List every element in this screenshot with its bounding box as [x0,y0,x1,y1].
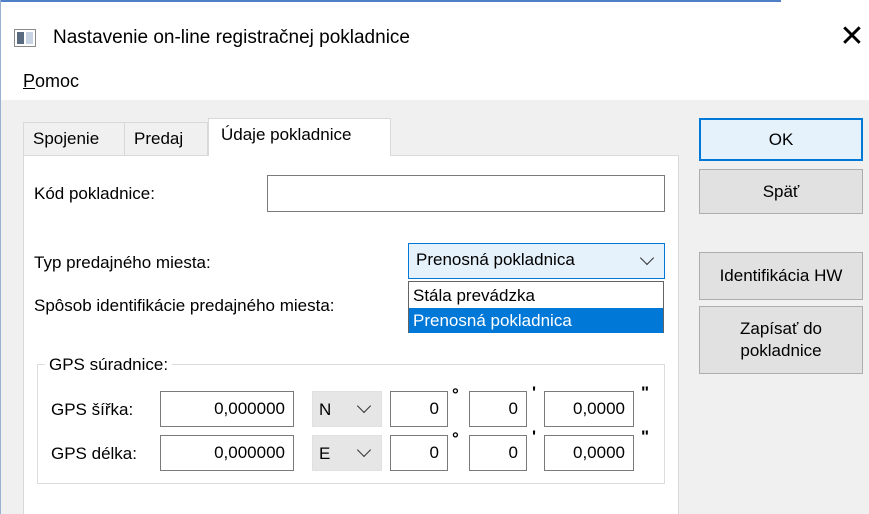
gps-group-title: GPS súradnice: [45,355,173,375]
dropdown-option-stala-prevadzka[interactable]: Stála prevádzka [409,283,663,308]
gps-sirka-decimal-input[interactable]: 0,000000 [160,391,294,427]
gps-delka-decimal-input[interactable]: 0,000000 [160,435,294,471]
direction-value: N [319,400,332,419]
second-symbol: " [641,427,650,446]
tab-spojenie[interactable]: Spojenie [23,122,125,156]
gps-delka-minutes-input[interactable]: 0 [469,435,527,471]
title-bar: Nastavenie on-line registračnej pokladni… [1,0,869,60]
gps-sirka-minutes-input[interactable]: 0 [469,391,527,427]
minute-symbol: ' [532,427,537,446]
chevron-down-icon [356,442,372,458]
chevron-down-icon [356,398,372,414]
gps-sirka-label: GPS šířka: [51,400,134,419]
gps-sirka-degrees-input[interactable]: 0 [390,391,448,427]
chevron-down-icon [639,250,655,266]
tab-label: Spojenie [33,129,100,148]
tab-label: Údaje pokladnice [221,125,352,144]
gps-delka-direction-select[interactable]: E [312,435,382,471]
spat-button[interactable]: Späť [699,169,863,214]
typ-predajneho-miesta-select[interactable]: Prenosná pokladnica [408,243,665,279]
dropdown-option-prenosna-pokladnica[interactable]: Prenosná pokladnica [409,308,663,333]
window-title: Nastavenie on-line registračnej pokladni… [53,27,410,48]
menu-label-rest: omoc [35,71,80,91]
ok-button[interactable]: OK [699,118,863,161]
button-label-line2: pokladnice [740,341,822,360]
sposob-identifikacie-label: Spôsob identifikácie predajného miesta: [34,296,335,315]
gps-sirka-direction-select[interactable]: N [312,391,382,427]
tab-udaje-pokladnice[interactable]: Údaje pokladnice [208,118,391,156]
gps-sirka-seconds-input[interactable]: 0,0000 [544,391,634,427]
dialog-window: Nastavenie on-line registračnej pokladni… [0,0,869,514]
close-icon[interactable]: ✕ [833,18,869,56]
kod-pokladnice-input[interactable] [267,175,665,212]
tab-predaj[interactable]: Predaj [124,122,208,156]
minute-symbol: ' [532,383,537,402]
typ-predajneho-miesta-label: Typ predajného miesta: [34,253,211,272]
degree-symbol: ° [452,429,459,448]
second-symbol: " [641,383,650,402]
window-top-border [1,0,781,2]
zapisat-do-pokladnice-button[interactable]: Zapísať do pokladnice [699,306,863,374]
gps-delka-degrees-input[interactable]: 0 [390,435,448,471]
gps-delka-seconds-input[interactable]: 0,0000 [544,435,634,471]
menu-bar [1,60,869,100]
kod-pokladnice-label: Kód pokladnice: [34,184,155,203]
identifikacia-hw-button[interactable]: Identifikácia HW [699,252,863,300]
tab-label: Predaj [134,129,184,148]
gps-delka-label: GPS délka: [51,444,137,463]
menu-item-pomoc[interactable]: Pomoc [23,71,79,92]
button-label-line1: Zapísať do [740,319,822,338]
typ-dropdown-list: Stála prevádzka Prenosná pokladnica [408,281,664,333]
menu-mnemonic: P [23,71,36,91]
degree-symbol: ° [452,385,459,404]
app-window-icon [14,29,36,47]
selected-value: Prenosná pokladnica [416,250,575,269]
direction-value: E [319,444,331,463]
